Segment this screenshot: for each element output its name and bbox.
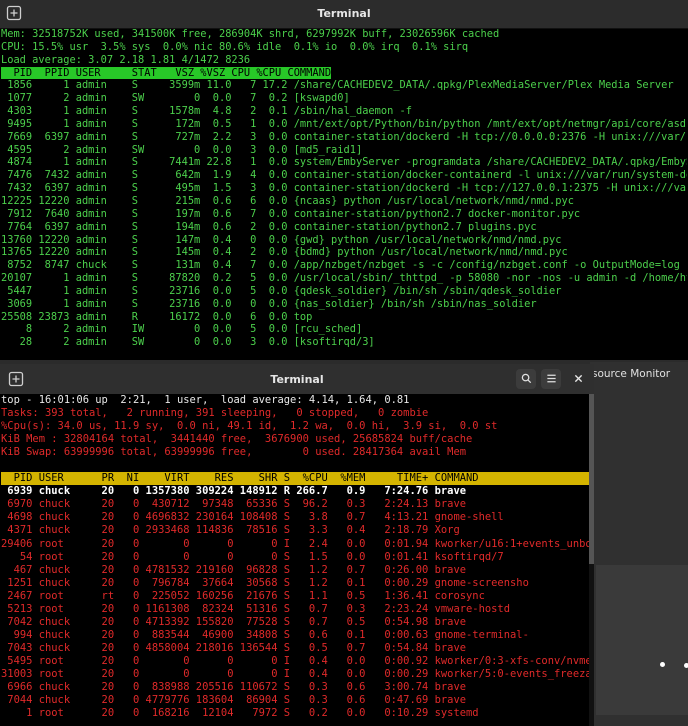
hamburger-menu-icon (546, 374, 556, 383)
process-row: 12225 12220 admin S 215m 0.6 6 0.0 {ncaa… (1, 194, 574, 207)
close-icon (574, 374, 582, 383)
process-row: 29406 root 20 0 0 0 0 I 2.4 0.0 0:01.94 … (1, 537, 589, 550)
process-row: 2467 root rt 0 225052 160256 21676 S 1.1… (1, 589, 485, 602)
process-row: 6939 chuck 20 0 1357380 309224 148912 R … (1, 485, 467, 498)
process-row: 1077 2 admin SW 0 0.0 7 0.2 [kswapd0] (1, 92, 350, 105)
process-table-header: PID PPID USER STAT VSZ %VSZ CPU %CPU COM… (1, 66, 332, 80)
process-row: 7912 7640 admin S 197m 0.6 7 0.0 contain… (1, 207, 581, 220)
process-row: 7476 7432 admin S 642m 1.9 4 0.0 contain… (1, 169, 687, 182)
process-row: 994 chuck 20 0 883544 46900 34808 S 0.6 … (1, 628, 529, 641)
process-row: 467 chuck 20 0 4781532 219160 96828 S 1.… (1, 563, 467, 576)
bottom-terminal-titlebar[interactable]: Terminal (0, 364, 594, 394)
mem-line: Mem: 32518752K used, 341500K free, 28690… (1, 28, 500, 40)
swap-line: KiB Swap: 63999996 total, 63999996 free,… (1, 446, 467, 459)
process-table-header: PID USER PR NI VIRT RES SHR S %CPU %MEM … (1, 472, 589, 486)
process-row: 4371 chuck 20 0 2933468 114836 78516 S 3… (1, 524, 460, 537)
process-row: 54 root 20 0 0 0 0 S 1.5 0.0 0:01.41 kso… (1, 550, 504, 563)
process-row: 1856 1 admin S 3599m 11.0 7 17.2 /share/… (1, 79, 674, 92)
process-row: 6966 chuck 20 0 838988 205516 110672 S 0… (1, 681, 467, 694)
process-row: 7669 6397 admin S 727m 2.2 3 0.0 contain… (1, 130, 687, 143)
process-row: 4874 1 admin S 7441m 22.8 1 0.0 system/E… (1, 156, 687, 169)
process-row: 4595 2 admin SW 0 0.0 3 0.0 [md5_raid1] (1, 143, 363, 156)
window-title: Terminal (270, 373, 324, 386)
search-button[interactable] (516, 369, 536, 389)
process-row: 7044 chuck 20 0 4779776 183604 86904 S 0… (1, 694, 467, 707)
menu-button[interactable] (541, 369, 561, 389)
terminal-scrollbar[interactable] (589, 394, 594, 726)
top-terminal-window[interactable]: Terminal Mem: 32518752K used, 341500K fr… (0, 0, 688, 360)
process-row: 9495 1 admin S 172m 0.5 1 0.0 /mnt/ext/o… (1, 117, 687, 130)
process-row: 7764 6397 admin S 194m 0.6 2 0.0 contain… (1, 220, 537, 233)
process-row: 25508 23873 admin R 16172 0.0 6 0.0 top (1, 310, 313, 323)
process-row: 20107 1 admin S 87820 0.2 5 0.0 /usr/loc… (1, 272, 687, 285)
process-row: 31003 root 20 0 0 0 0 I 0.4 0.0 0:00.29 … (1, 667, 589, 680)
cpu-line: CPU: 15.5% usr 3.5% sys 0.0% nic 80.6% i… (1, 40, 469, 53)
window-title: Terminal (317, 7, 371, 20)
mem-line: KiB Mem : 32804164 total, 3441440 free, … (1, 433, 473, 446)
background-window-panel (596, 565, 688, 715)
scrollbar-thumb[interactable] (589, 394, 594, 564)
process-row: 1251 chuck 20 0 796784 37664 30568 S 1.2… (1, 576, 529, 589)
process-row: 1 root 20 0 168216 12104 7972 S 0.2 0.0 … (1, 707, 479, 720)
process-row: 8 2 admin IW 0 0.0 5 0.0 [rcu_sched] (1, 323, 363, 336)
process-row: 5495 root 20 0 0 0 0 I 0.4 0.0 0:00.92 k… (1, 654, 589, 667)
process-row: 7432 6397 admin S 495m 1.5 3 0.0 contain… (1, 182, 687, 195)
uptime-line: top - 16:01:06 up 2:21, 1 user, load ave… (1, 394, 410, 406)
cpu-line: %Cpu(s): 34.0 us, 11.9 sy, 0.0 ni, 49.1 … (1, 420, 498, 433)
terminal-output[interactable]: Mem: 32518752K used, 341500K free, 28690… (1, 28, 687, 360)
process-row: 13760 12220 admin S 147m 0.4 0 0.0 {gwd}… (1, 233, 562, 246)
process-row: 6970 chuck 20 0 430712 97348 65336 S 96.… (1, 498, 467, 511)
process-row: 5447 1 admin S 23716 0.0 5 0.0 {qdesk_so… (1, 284, 562, 297)
process-row: 7043 chuck 20 0 4858004 218016 136544 S … (1, 641, 467, 654)
top-terminal-titlebar[interactable]: Terminal (0, 0, 688, 29)
terminal-output[interactable]: top - 16:01:06 up 2:21, 1 user, load ave… (1, 394, 589, 726)
process-row: 4303 1 admin S 1578m 4.8 2 0.1 /sbin/hal… (1, 105, 413, 118)
process-row: 8752 8747 chuck S 131m 0.4 7 0.0 /app/nz… (1, 259, 680, 272)
background-dot (684, 663, 688, 668)
search-icon (521, 373, 531, 384)
background-window-title: source Monitor (592, 368, 671, 380)
process-row: 13765 12220 admin S 145m 0.4 2 0.0 {bdmd… (1, 246, 568, 259)
process-row: 28 2 admin SW 0 0.0 3 0.0 [ksoftirqd/3] (1, 336, 375, 349)
process-row: 4698 chuck 20 0 4696832 230164 108408 S … (1, 511, 504, 524)
close-button[interactable] (568, 369, 588, 389)
process-row: 5213 root 20 0 1161308 82324 51316 S 0.7… (1, 602, 510, 615)
background-dot (660, 662, 665, 667)
load-average-line: Load average: 3.07 2.18 1.81 4/1472 8236 (1, 53, 251, 66)
tasks-line: Tasks: 393 total, 2 running, 391 sleepin… (1, 407, 429, 420)
bottom-terminal-window[interactable]: Terminal top - 16:01:06 up 2:21, 1 user,… (0, 364, 594, 726)
process-row: 3069 1 admin S 23716 0.0 0 0.0 {nas_sold… (1, 297, 537, 310)
process-row: 7042 chuck 20 0 4713392 155820 77528 S 0… (1, 615, 467, 628)
